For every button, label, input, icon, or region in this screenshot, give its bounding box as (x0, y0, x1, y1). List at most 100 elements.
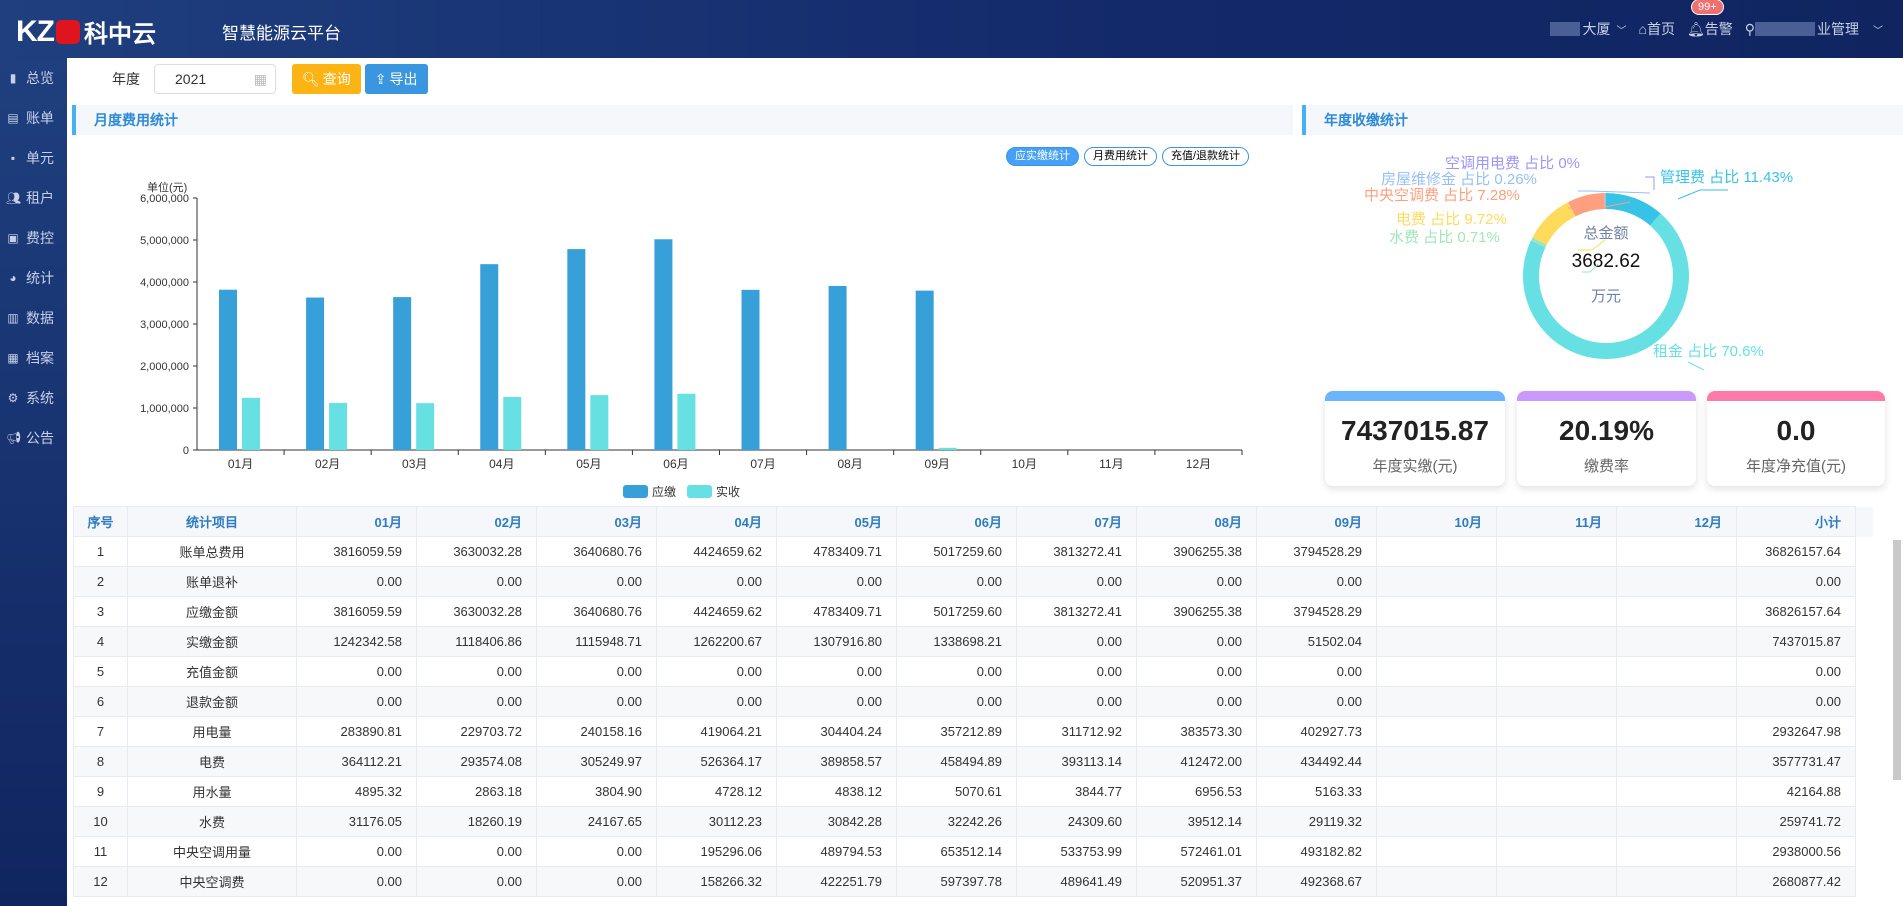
column-header[interactable]: 08月 (1136, 506, 1257, 537)
table-cell: 364112.21 (296, 746, 417, 777)
legend-label[interactable]: 实收 (716, 484, 740, 499)
sidebar-item-6[interactable]: ▥ 数据 (0, 298, 67, 338)
table-cell: 597397.78 (896, 866, 1017, 897)
column-header[interactable]: 06月 (896, 506, 1017, 537)
sidebar-item-2[interactable]: ▪ 单元 (0, 138, 67, 178)
table-cell (1616, 866, 1737, 897)
table-cell: 0.00 (776, 656, 897, 687)
legend-label[interactable]: 应缴 (652, 484, 676, 499)
table-cell (1376, 536, 1497, 567)
table-cell: 4728.12 (656, 776, 777, 807)
table-cell (1616, 686, 1737, 717)
column-header[interactable]: 12月 (1616, 506, 1737, 537)
column-header[interactable]: 03月 (536, 506, 657, 537)
table-cell: 229703.72 (416, 716, 537, 747)
document-icon: ▤ (7, 111, 19, 125)
sidebar-item-0[interactable]: ▮ 总览 (0, 58, 67, 98)
table-cell: 0.00 (776, 566, 897, 597)
table-cell: 0.00 (1016, 626, 1137, 657)
bar-实收[interactable] (938, 447, 957, 450)
chevron-down-icon: ﹀ (1616, 25, 1627, 37)
monthly-bar-chart: 单位(元) 0 1,000,000 2,000,000 3,000,000 4,000,0… (140, 180, 1243, 499)
table-cell: 0.00 (416, 866, 537, 897)
table-cell: 中央空调费 (127, 866, 297, 897)
monthly-section-title: 月度费用统计 (72, 105, 1293, 135)
bar-应缴[interactable] (741, 289, 760, 450)
column-header[interactable]: 序号 (73, 506, 128, 537)
bar-应缴[interactable] (828, 285, 847, 450)
table-cell: 30842.28 (776, 806, 897, 837)
query-button[interactable]: 🔍︎ 查询 (292, 64, 361, 94)
alarm-link[interactable]: 99+ 🔔︎ 告警 (1687, 0, 1733, 39)
bar-应缴[interactable] (393, 297, 412, 450)
column-header[interactable]: 统计项目 (127, 506, 297, 537)
table-cell: 32242.26 (896, 806, 1017, 837)
bar-实收[interactable] (590, 395, 609, 450)
column-header[interactable]: 10月 (1376, 506, 1497, 537)
y-tick-label: 3,000,000 (140, 319, 189, 331)
bar-应缴[interactable] (480, 264, 499, 450)
table-scrollbar[interactable] (1893, 540, 1901, 780)
bar-chart-icon: ▮ (9, 71, 17, 85)
table-row: 1 账单总费用 3816059.59 3630032.28 3640680.76 4424… (73, 536, 1873, 567)
building-selector[interactable]: 大厦 ﹀ (1550, 19, 1626, 39)
table-cell (1376, 866, 1497, 897)
kpi-net-recharge: 0.0 年度净充值(元) (1707, 391, 1885, 486)
bar-实收[interactable] (503, 396, 522, 450)
table-cell: 293574.08 (416, 746, 537, 777)
bar-实收[interactable] (242, 397, 260, 450)
sidebar-item-7[interactable]: ▦ 档案 (0, 338, 67, 378)
column-header[interactable]: 07月 (1016, 506, 1137, 537)
table-cell: 1338698.21 (896, 626, 1017, 657)
column-header[interactable]: 01月 (296, 506, 417, 537)
legend-swatch[interactable] (623, 485, 648, 498)
table-cell (1496, 686, 1617, 717)
table-cell: 1118406.86 (416, 626, 537, 657)
table-cell: 0.00 (1736, 566, 1856, 597)
table-cell: 51502.04 (1256, 626, 1377, 657)
table-cell: 39512.14 (1136, 806, 1257, 837)
table-row: 4 实缴金额 1242342.58 1118406.86 1115948.71 12622… (73, 626, 1873, 657)
legend-swatch[interactable] (687, 485, 712, 498)
export-button[interactable]: ⇪ 导出 (364, 64, 428, 94)
sidebar-item-4[interactable]: ▣ 费控 (0, 218, 67, 258)
column-header[interactable]: 04月 (656, 506, 777, 537)
table-row: 6 退款金额 0.00 0.00 0.00 0.00 0.00 0.00 0.00 0.00 0.0… (73, 686, 1873, 717)
bar-应缴[interactable] (306, 297, 325, 450)
x-tick-label: 08月 (837, 457, 862, 471)
home-link[interactable]: ⌂ 首页 (1638, 19, 1674, 39)
user-menu[interactable]: ⚲ 业管理 ﹀ (1745, 19, 1883, 39)
sidebar-item-9[interactable]: 📢︎ 公告 (0, 418, 67, 458)
table-cell (1376, 596, 1497, 627)
sidebar-item-1[interactable]: ▤ 账单 (0, 98, 67, 138)
column-header[interactable]: 09月 (1256, 506, 1377, 537)
table-cell: 311712.92 (1016, 716, 1137, 747)
bar-实收[interactable] (329, 403, 348, 450)
bar-应缴[interactable] (915, 290, 934, 450)
table-cell: 3813272.41 (1016, 536, 1137, 567)
table-cell: 283890.81 (296, 716, 417, 747)
bar-实收[interactable] (677, 393, 696, 450)
table-row: 8 电费 364112.21 293574.08 305249.97 526364.17 3… (73, 746, 1873, 777)
bar-实收[interactable] (416, 403, 435, 450)
bar-应缴[interactable] (654, 239, 673, 450)
table-row: 7 用电量 283890.81 229703.72 240158.16 419064.21… (73, 716, 1873, 747)
column-header[interactable]: 05月 (776, 506, 897, 537)
column-header[interactable]: 02月 (416, 506, 537, 537)
bar-应缴[interactable] (219, 289, 237, 450)
table-cell: 2 (73, 566, 128, 597)
column-header[interactable]: 11月 (1496, 506, 1617, 537)
platform-title: 智慧能源云平台 (222, 24, 341, 43)
table-cell: 1262200.67 (656, 626, 777, 657)
sidebar-item-5[interactable]: ◕ 统计 (0, 258, 67, 298)
sidebar-item-8[interactable]: ⚙ 系统 (0, 378, 67, 418)
bar-应缴[interactable] (567, 249, 586, 450)
year-input[interactable]: 2021 ▦ (154, 64, 276, 94)
table-cell: 24309.60 (1016, 806, 1137, 837)
table-cell: 充值金额 (127, 656, 297, 687)
gear-icon: ⚙ (7, 391, 19, 405)
table-cell: 434492.44 (1256, 746, 1377, 777)
sidebar-item-3[interactable]: 👥︎ 租户 (0, 178, 67, 218)
column-header[interactable]: 小计 (1736, 506, 1856, 537)
y-tick-label: 5,000,000 (140, 235, 189, 247)
